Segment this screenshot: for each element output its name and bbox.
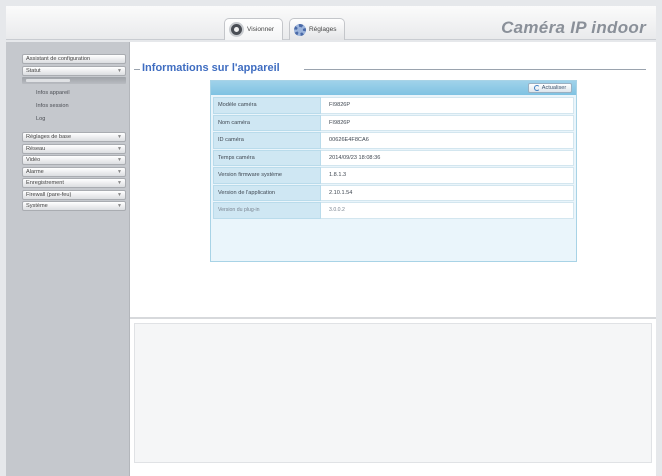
main-tabs: Visionner Réglages xyxy=(224,18,346,40)
sidebar-subitem-session-info[interactable]: Infos session xyxy=(22,99,126,112)
sidebar-item-basic-settings[interactable]: Réglages de base ▼ xyxy=(22,132,126,142)
row-label: Version firmware système xyxy=(213,167,321,184)
title-divider xyxy=(304,69,646,70)
refresh-button[interactable]: Actualiser xyxy=(528,83,572,93)
sidebar-item-alarm[interactable]: Alarme ▼ xyxy=(22,166,126,177)
table-row: Temps caméra 2014/09/23 18:08:36 xyxy=(213,149,574,166)
brand-title: Caméra IP indoor xyxy=(501,18,646,37)
chevron-down-icon: ▼ xyxy=(117,145,122,152)
table-row: Version du plug-in 3.0.0.2 xyxy=(213,202,574,219)
table-row: Nom caméra FI9826P xyxy=(213,114,574,131)
sidebar-item-system[interactable]: Système ▼ xyxy=(22,201,126,211)
chevron-down-icon: ▼ xyxy=(117,191,122,198)
tab-label: Réglages xyxy=(308,26,337,33)
camera-icon xyxy=(229,22,244,37)
row-label: Temps caméra xyxy=(213,149,321,166)
device-info-panel: Actualiser Modèle caméra FI9826P Nom cam… xyxy=(210,80,577,262)
sidebar-item-recording[interactable]: Enregistrement ▼ xyxy=(22,178,126,188)
sidebar-item-label: Réglages de base xyxy=(26,134,72,140)
row-label: Modèle caméra xyxy=(213,97,321,114)
tab-label: Visionner xyxy=(247,26,274,33)
top-header: Visionner Réglages Caméra IP indoor xyxy=(6,6,656,40)
sidebar: Assistant de configuration Statut ▼ Info… xyxy=(6,42,130,476)
sidebar-item-status[interactable]: Statut ▼ xyxy=(22,65,126,76)
row-value: 2.10.1.54 xyxy=(321,184,574,201)
page-title: Informations sur l'appareil xyxy=(142,62,280,74)
tab-visionner[interactable]: Visionner xyxy=(224,18,283,40)
chevron-down-icon: ▼ xyxy=(117,180,122,186)
chevron-down-icon: ▼ xyxy=(117,168,122,175)
sidebar-item-label: Firewall (pare-feu) xyxy=(26,191,72,198)
gear-icon xyxy=(293,23,306,36)
row-label: Version du plug-in xyxy=(213,202,321,219)
tab-reglages[interactable]: Réglages xyxy=(288,18,346,40)
refresh-icon xyxy=(533,85,540,91)
device-info-table: Modèle caméra FI9826P Nom caméra FI9826P… xyxy=(213,97,574,220)
panel-header: Actualiser xyxy=(211,81,576,95)
row-value: 3.0.0.2 xyxy=(321,202,574,219)
row-value: FI9826P xyxy=(321,97,574,114)
sidebar-item-label: Enregistrement xyxy=(26,180,64,186)
sidebar-item-firewall[interactable]: Firewall (pare-feu) ▼ xyxy=(22,189,126,200)
table-row: Version de l'application 2.10.1.54 xyxy=(213,184,574,201)
sidebar-item-label: Réseau xyxy=(26,145,46,152)
content-footer-area xyxy=(134,323,652,463)
status-submenu-scrollbar[interactable] xyxy=(22,77,126,84)
sidebar-item-label: Vidéo xyxy=(26,157,41,163)
title-divider-left xyxy=(134,69,140,70)
chevron-down-icon: ▼ xyxy=(117,134,122,140)
chevron-down-icon: ▼ xyxy=(117,203,122,209)
main-content: Informations sur l'appareil Actualiser M… xyxy=(130,42,656,476)
table-row: ID caméra 00626E4F8CA6 xyxy=(213,132,574,149)
sidebar-subitem-log[interactable]: Log xyxy=(22,112,126,125)
sidebar-item-setup-wizard[interactable]: Assistant de configuration xyxy=(22,54,126,64)
chevron-down-icon: ▼ xyxy=(117,157,122,163)
sidebar-item-label: Alarme xyxy=(26,168,44,175)
sidebar-item-label: Statut xyxy=(26,67,41,74)
row-label: ID caméra xyxy=(213,132,321,149)
sidebar-item-label: Assistant de configuration xyxy=(26,56,91,62)
sidebar-item-network[interactable]: Réseau ▼ xyxy=(22,143,126,154)
sidebar-item-label: Système xyxy=(26,203,48,209)
row-value: FI9826P xyxy=(321,114,574,131)
refresh-label: Actualiser xyxy=(541,85,567,91)
table-row: Version firmware système 1.8.1.3 xyxy=(213,167,574,184)
table-row: Modèle caméra FI9826P xyxy=(213,97,574,114)
content-divider xyxy=(130,317,656,319)
row-value: 00626E4F8CA6 xyxy=(321,132,574,149)
row-value: 2014/09/23 18:08:36 xyxy=(321,149,574,166)
sidebar-item-video[interactable]: Vidéo ▼ xyxy=(22,155,126,165)
chevron-down-icon: ▼ xyxy=(117,67,122,74)
sidebar-subitem-device-info[interactable]: Infos appareil xyxy=(22,86,126,99)
row-value: 1.8.1.3 xyxy=(321,167,574,184)
sidebar-nav: Assistant de configuration Statut ▼ Info… xyxy=(22,54,126,213)
content-area: Informations sur l'appareil Actualiser M… xyxy=(130,42,656,317)
row-label: Nom caméra xyxy=(213,114,321,131)
row-label: Version de l'application xyxy=(213,184,321,201)
